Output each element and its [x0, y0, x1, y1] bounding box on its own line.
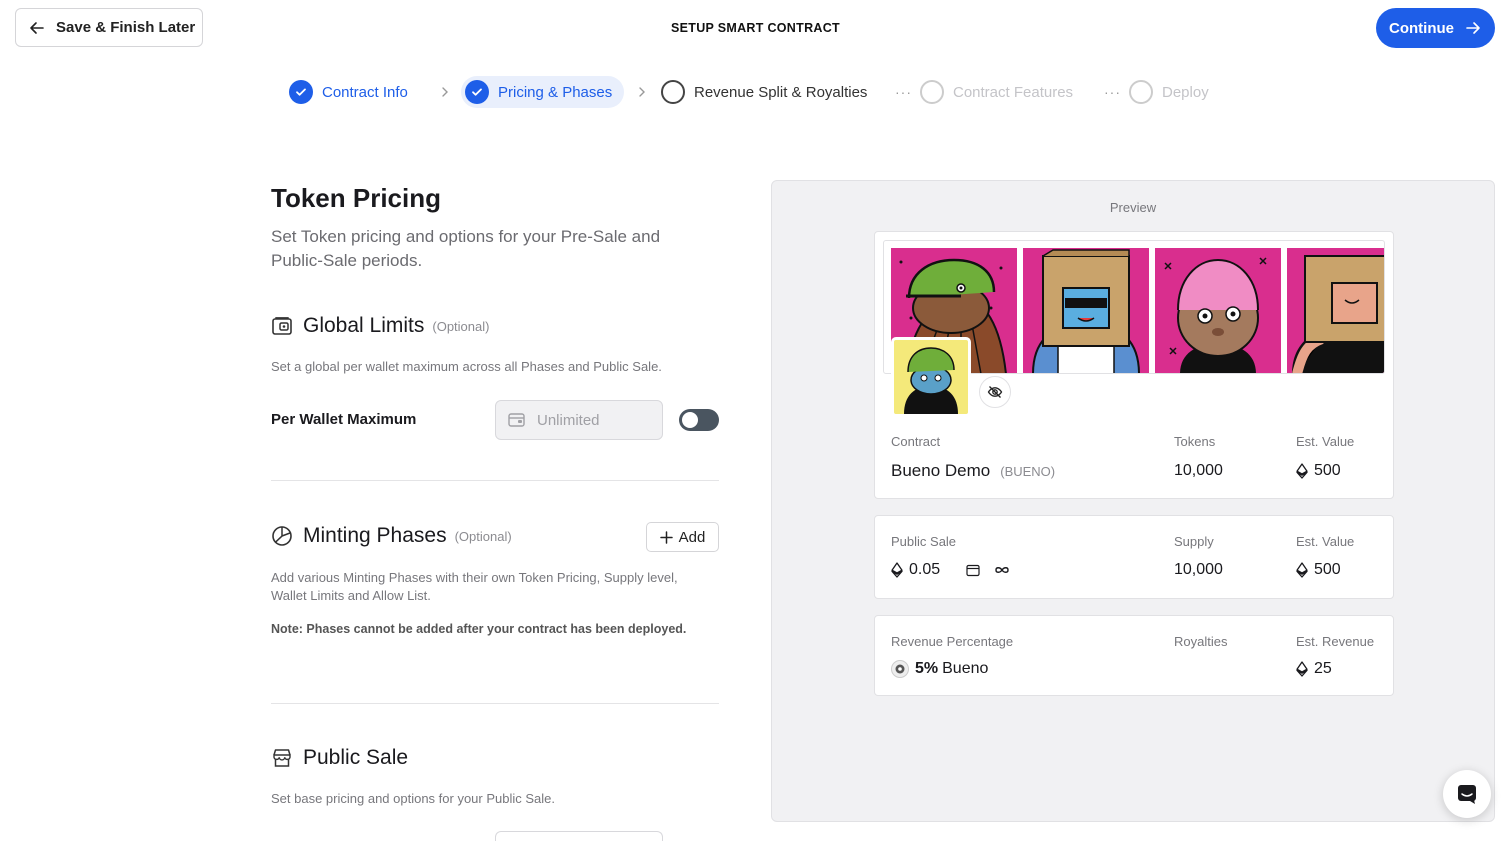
step-revenue-split[interactable]: Revenue Split & Royalties — [661, 76, 867, 108]
revenue-percentage-label: Revenue Percentage — [891, 634, 1014, 649]
infinity-icon — [995, 567, 1009, 573]
pie-chart-icon — [272, 526, 292, 546]
est-revenue: 25 — [1296, 660, 1332, 678]
public-sale-price-text: 0.05 — [909, 561, 941, 578]
circle-icon — [1129, 80, 1153, 104]
continue-label: Continue — [1389, 19, 1454, 37]
step-contract-features[interactable]: Contract Features — [920, 76, 1073, 108]
nft-image — [1287, 248, 1384, 373]
bueno-logo-icon — [891, 660, 909, 678]
wallet-icon — [508, 413, 525, 427]
public-sale-header: Public Sale — [271, 746, 408, 770]
revenue-recipient: Bueno — [942, 660, 989, 677]
add-phase-button[interactable]: Add — [646, 522, 719, 552]
ethereum-icon — [891, 562, 903, 578]
toggle-visibility-button[interactable] — [979, 376, 1011, 408]
supply-value: 10,000 — [1174, 561, 1223, 578]
step-label: Contract Info — [322, 83, 408, 101]
tokens-label: Tokens — [1174, 434, 1216, 449]
global-limits-description: Set a global per wallet maximum across a… — [271, 359, 662, 374]
eye-off-icon — [987, 386, 1003, 398]
est-value: 500 — [1296, 561, 1341, 579]
step-label: Pricing & Phases — [498, 83, 613, 101]
contract-label: Contract — [891, 434, 941, 449]
arrow-right-icon — [1466, 22, 1480, 34]
step-label: Revenue Split & Royalties — [694, 83, 868, 101]
preview-panel: Preview Contract Bueno Demo (BUENO) Toke… — [771, 180, 1495, 822]
public-sale-title: Public Sale — [303, 746, 409, 769]
contract-name: Bueno Demo (BUENO) — [891, 461, 1055, 481]
step-deploy[interactable]: Deploy — [1129, 76, 1209, 108]
ethereum-icon — [1296, 661, 1308, 677]
nft-image — [1023, 248, 1149, 373]
est-value-text: 500 — [1314, 561, 1341, 578]
public-sale-price: 0.05 — [891, 561, 1010, 579]
contract-preview-card: Contract Bueno Demo (BUENO) Tokens 10,00… — [874, 231, 1394, 499]
est-value-label: Est. Value — [1296, 434, 1355, 449]
continue-button[interactable]: Continue — [1376, 8, 1495, 48]
royalties-label: Royalties — [1174, 634, 1228, 649]
chat-launcher-button[interactable] — [1443, 770, 1491, 818]
progress-stepper: Contract Info Pricing & Phases Revenue S… — [0, 76, 1511, 108]
ellipsis-icon: ··· — [1104, 84, 1121, 100]
step-label: Deploy — [1162, 83, 1209, 101]
est-revenue-text: 25 — [1314, 660, 1332, 677]
check-icon — [465, 80, 489, 104]
public-sale-description: Set base pricing and options for your Pu… — [271, 791, 556, 806]
public-sale-price-input[interactable] — [495, 831, 663, 841]
circle-icon — [661, 80, 685, 104]
preview-title: Preview — [1109, 200, 1157, 215]
collection-avatar — [891, 337, 971, 417]
contract-name-text: Bueno Demo — [891, 461, 991, 480]
est-value-text: 500 — [1314, 462, 1341, 479]
public-sale-label: Public Sale — [891, 534, 957, 549]
check-icon — [289, 80, 313, 104]
minting-phases-header: Minting Phases (Optional) — [271, 524, 512, 548]
revenue-percentage: 5% Bueno — [891, 660, 988, 678]
est-value: 500 — [1296, 462, 1341, 480]
step-label: Contract Features — [953, 83, 1074, 101]
est-revenue-label: Est. Revenue — [1296, 634, 1375, 649]
optional-tag: (Optional) — [454, 528, 512, 544]
ellipsis-icon: ··· — [895, 84, 912, 100]
section-subtitle: Set Token pricing and options for your P… — [271, 227, 661, 270]
page-title: SETUP SMART CONTRACT — [671, 21, 840, 35]
plus-icon — [659, 530, 673, 544]
minting-phases-description: Add various Minting Phases with their ow… — [271, 570, 678, 603]
storefront-icon — [273, 749, 291, 767]
per-wallet-maximum-input[interactable]: Unlimited — [495, 400, 663, 440]
divider — [271, 703, 719, 704]
per-wallet-maximum-placeholder: Unlimited — [537, 411, 600, 429]
supply-label: Supply — [1174, 534, 1214, 549]
revenue-percent: 5% — [915, 660, 939, 677]
public-sale-preview-card: Public Sale 0.05 Supply 10,000 Est. Valu… — [874, 515, 1394, 599]
per-wallet-maximum-label: Per Wallet Maximum — [271, 411, 417, 428]
ethereum-icon — [1296, 562, 1308, 578]
divider — [271, 480, 719, 481]
global-limits-header: Global Limits (Optional) — [271, 314, 489, 338]
minting-phases-note: Note: Phases cannot be added after your … — [271, 622, 687, 636]
tokens-value: 10,000 — [1174, 462, 1223, 479]
chevron-right-icon — [439, 76, 451, 108]
chevron-right-icon — [636, 76, 648, 108]
minting-phases-title: Minting Phases — [303, 524, 447, 547]
per-wallet-maximum-toggle[interactable] — [679, 409, 719, 431]
nft-image — [1155, 248, 1281, 373]
optional-tag: (Optional) — [432, 318, 490, 334]
step-contract-info[interactable]: Contract Info — [289, 76, 408, 108]
step-pricing-phases[interactable]: Pricing & Phases — [461, 76, 625, 108]
toggle-knob — [682, 412, 698, 428]
chat-icon — [1458, 785, 1476, 804]
section-title: Token Pricing — [271, 183, 441, 213]
est-value-label: Est. Value — [1296, 534, 1355, 549]
ethereum-icon — [1296, 463, 1308, 479]
global-limits-title: Global Limits — [303, 314, 425, 337]
wallet-icon — [966, 564, 980, 576]
add-label: Add — [678, 528, 706, 546]
circle-icon — [920, 80, 944, 104]
contract-symbol: (BUENO) — [1000, 463, 1056, 479]
wallet-lock-icon — [272, 317, 292, 335]
revenue-preview-card: Revenue Percentage 5% Bueno Royalties Es… — [874, 615, 1394, 696]
